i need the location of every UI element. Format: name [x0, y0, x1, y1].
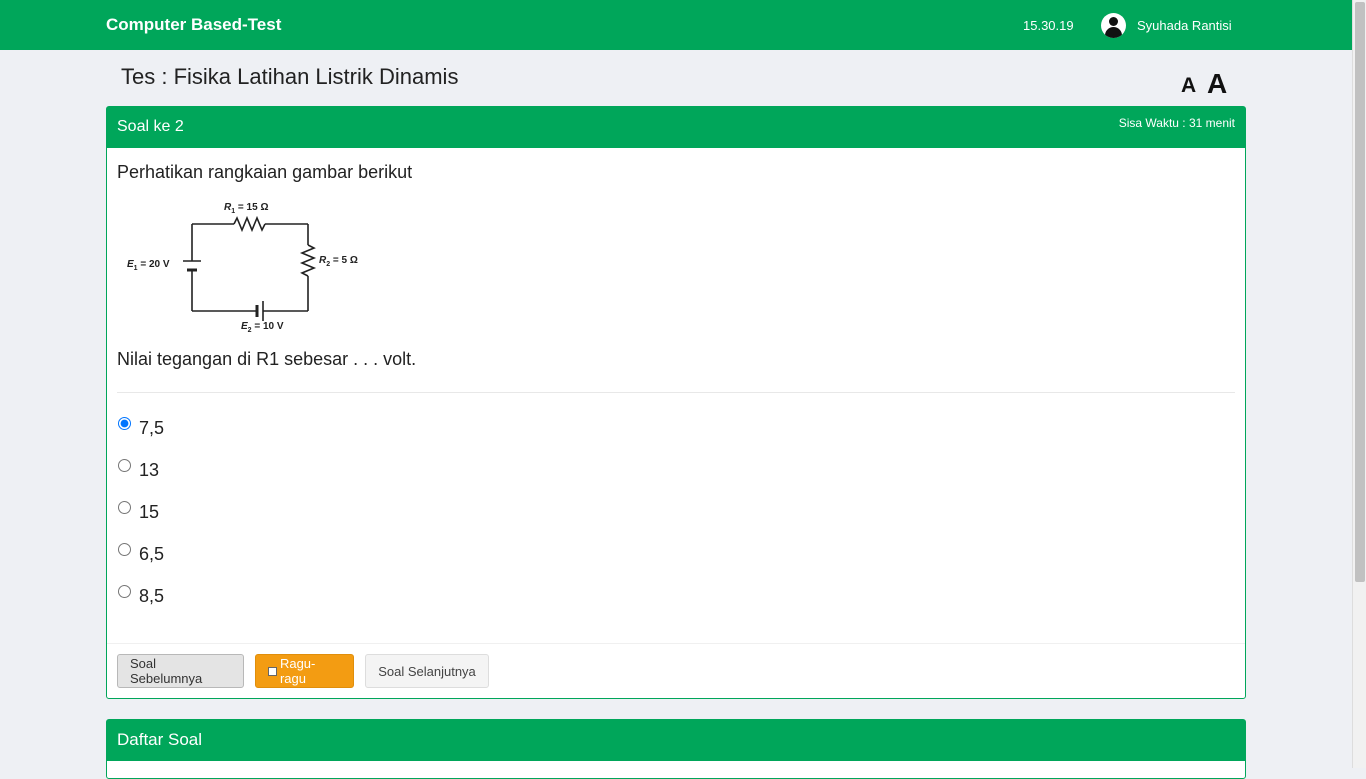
font-increase-button[interactable]: A [1207, 68, 1227, 100]
option-b-label: 13 [139, 460, 160, 480]
label-e2: E2 = 10 V [241, 321, 284, 334]
doubt-button[interactable]: Ragu-ragu [255, 654, 354, 688]
remaining-time: Sisa Waktu : 31 menit [1118, 116, 1235, 130]
top-navbar: Computer Based-Test 15.30.19 Syuhada Ran… [0, 0, 1352, 50]
question-list-panel: Daftar Soal [106, 719, 1246, 779]
option-c-radio[interactable] [118, 501, 131, 514]
question-text: Perhatikan rangkaian gambar berikut [117, 162, 413, 182]
question-list-title: Daftar Soal [117, 730, 203, 749]
question-number: Soal ke 2 [117, 118, 184, 135]
option-d-label: 6,5 [139, 544, 165, 564]
option-e-label: 8,5 [139, 586, 165, 606]
question-list-header: Daftar Soal [107, 720, 1245, 761]
option-d-radio[interactable] [118, 543, 131, 556]
test-title: Tes : Fisika Latihan Listrik Dinamis [121, 64, 459, 89]
user-menu[interactable]: Syuhada Rantisi [1101, 13, 1232, 38]
option-a[interactable]: 7,5 [117, 417, 164, 439]
label-r1: R1 = 15 Ω [224, 202, 268, 215]
question-prompt: Nilai tegangan di R1 sebesar . . . volt. [117, 349, 417, 369]
option-a-label: 7,5 [139, 418, 165, 438]
option-d[interactable]: 6,5 [117, 543, 164, 565]
circuit-diagram: R1 = 15 Ω R2 = 5 Ω E1 = 20 V E2 = 10 V [127, 202, 358, 334]
option-b-radio[interactable] [118, 459, 131, 472]
doubt-checkbox[interactable] [268, 666, 277, 676]
option-e-radio[interactable] [118, 585, 131, 598]
label-r2: R2 = 5 Ω [319, 255, 358, 268]
option-b[interactable]: 13 [117, 459, 159, 481]
option-e[interactable]: 8,5 [117, 585, 164, 607]
scrollbar-thumb[interactable] [1355, 2, 1365, 582]
next-question-button[interactable]: Soal Selanjutnya [365, 654, 489, 688]
app-brand[interactable]: Computer Based-Test [106, 15, 281, 35]
divider [117, 392, 1235, 393]
doubt-label: Ragu-ragu [279, 656, 316, 686]
panel-footer-divider [107, 643, 1245, 644]
question-panel-header: Soal ke 2 Sisa Waktu : 31 menit [107, 107, 1245, 148]
question-panel: Soal ke 2 Sisa Waktu : 31 menit Perhatik… [106, 106, 1246, 699]
option-c[interactable]: 15 [117, 501, 159, 523]
label-e1: E1 = 20 V [127, 259, 170, 272]
previous-question-button[interactable]: Soal Sebelumnya [117, 654, 244, 688]
clock-display: 15.30.19 [1023, 18, 1074, 33]
option-a-radio[interactable] [118, 417, 131, 430]
user-circle-icon [1101, 13, 1126, 38]
page-scrollbar[interactable] [1352, 0, 1366, 768]
font-decrease-button[interactable]: A [1181, 74, 1196, 98]
option-c-label: 15 [139, 502, 160, 522]
user-name: Syuhada Rantisi [1137, 18, 1232, 33]
